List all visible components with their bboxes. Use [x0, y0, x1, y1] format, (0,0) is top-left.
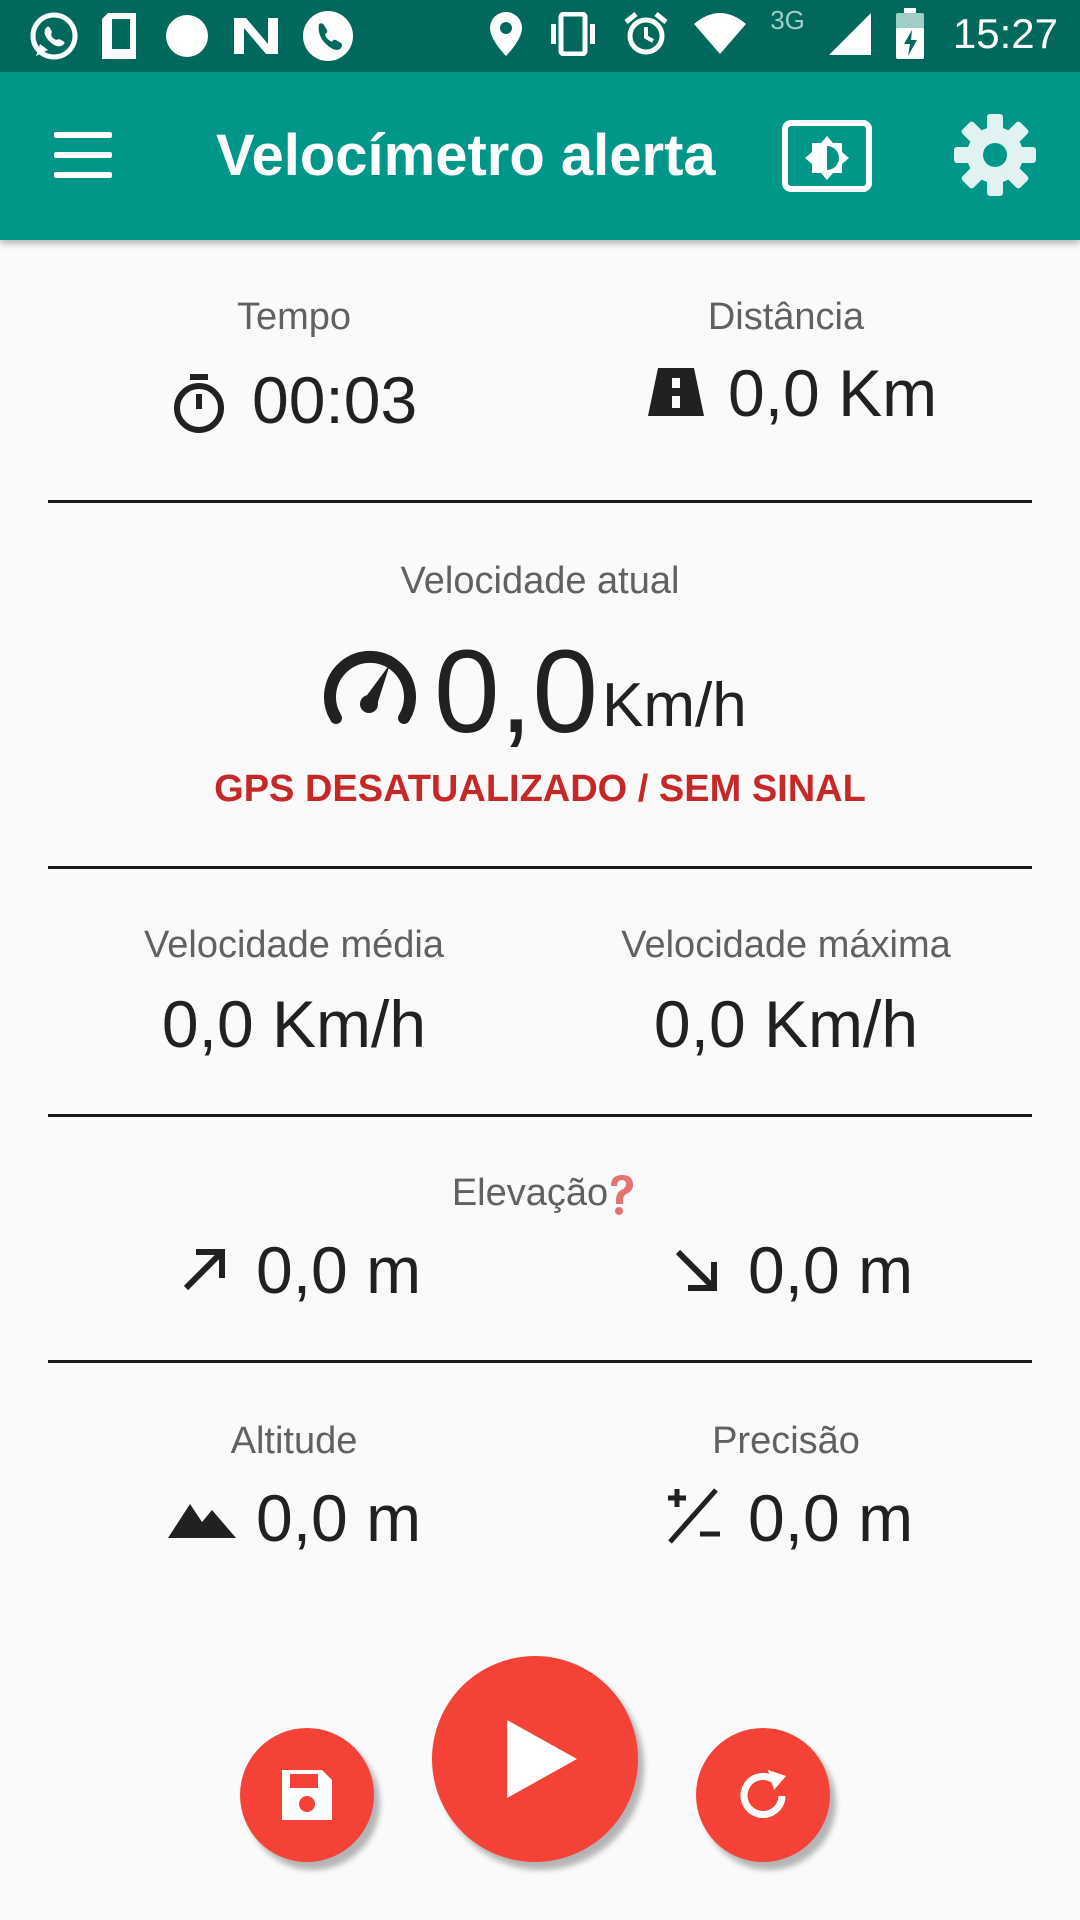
road-icon [648, 368, 704, 416]
alarm-icon [624, 12, 668, 55]
divider [48, 500, 1032, 503]
help-icon[interactable] [604, 1172, 640, 1216]
precision-value: 0,0 m [748, 1481, 914, 1555]
speedometer-icon [324, 651, 416, 724]
signal-icon [828, 13, 871, 55]
divider [48, 866, 1032, 869]
status-bar: 3G 15:27 [0, 0, 1080, 72]
stopwatch-icon [174, 374, 224, 433]
sd-card-icon [102, 13, 136, 59]
elevation-down-icon [675, 1249, 717, 1291]
distance-label: Distância [707, 296, 865, 338]
phone-icon [303, 11, 353, 61]
gps-warning: GPS DESATUALIZADO / SEM SINAL [214, 768, 866, 810]
current-speed-unit: Km/h [602, 671, 747, 740]
reset-button[interactable] [696, 1728, 830, 1862]
whatsapp-icon [30, 12, 78, 60]
terrain-icon [168, 1504, 236, 1538]
brightness-icon[interactable] [782, 120, 872, 192]
current-speed-label: Velocidade atual [400, 560, 680, 602]
save-button[interactable] [240, 1728, 374, 1862]
wifi-icon [694, 13, 747, 54]
elevation-down-value: 0,0 m [748, 1233, 914, 1307]
location-icon [490, 12, 523, 56]
distance-value: 0,0 Km [728, 356, 938, 430]
altitude-label: Altitude [230, 1420, 358, 1462]
battery-icon [895, 8, 924, 59]
clock-time: 15:27 [952, 10, 1058, 57]
elevation-up-value: 0,0 m [256, 1233, 422, 1307]
time-label: Tempo [236, 296, 352, 338]
altitude-value: 0,0 m [256, 1481, 422, 1555]
avg-speed-label: Velocidade média [144, 924, 444, 966]
network-type-label: 3G [770, 4, 805, 35]
n-icon [234, 18, 278, 54]
avg-speed-value: 0,0 Km/h [161, 987, 427, 1061]
divider [48, 1114, 1032, 1117]
divider [48, 1360, 1032, 1363]
max-speed-value: 0,0 Km/h [653, 987, 919, 1061]
plus-minus-icon [668, 1488, 720, 1544]
current-speed-value: 0,0 [434, 626, 599, 758]
play-icon [507, 1720, 577, 1798]
vibrate-icon [551, 12, 596, 56]
circle-icon [166, 15, 208, 57]
save-icon [282, 1770, 332, 1820]
elevation-up-icon [183, 1249, 225, 1291]
menu-icon[interactable] [54, 132, 112, 178]
time-value: 00:03 [252, 363, 418, 437]
play-button[interactable] [432, 1656, 638, 1862]
refresh-icon [740, 1770, 786, 1818]
max-speed-label: Velocidade máxima [621, 924, 951, 966]
elevation-label: Elevação [451, 1172, 609, 1214]
app-title: Velocímetro alerta [216, 123, 716, 188]
settings-gear-icon[interactable] [952, 112, 1038, 198]
precision-label: Precisão [712, 1420, 860, 1462]
